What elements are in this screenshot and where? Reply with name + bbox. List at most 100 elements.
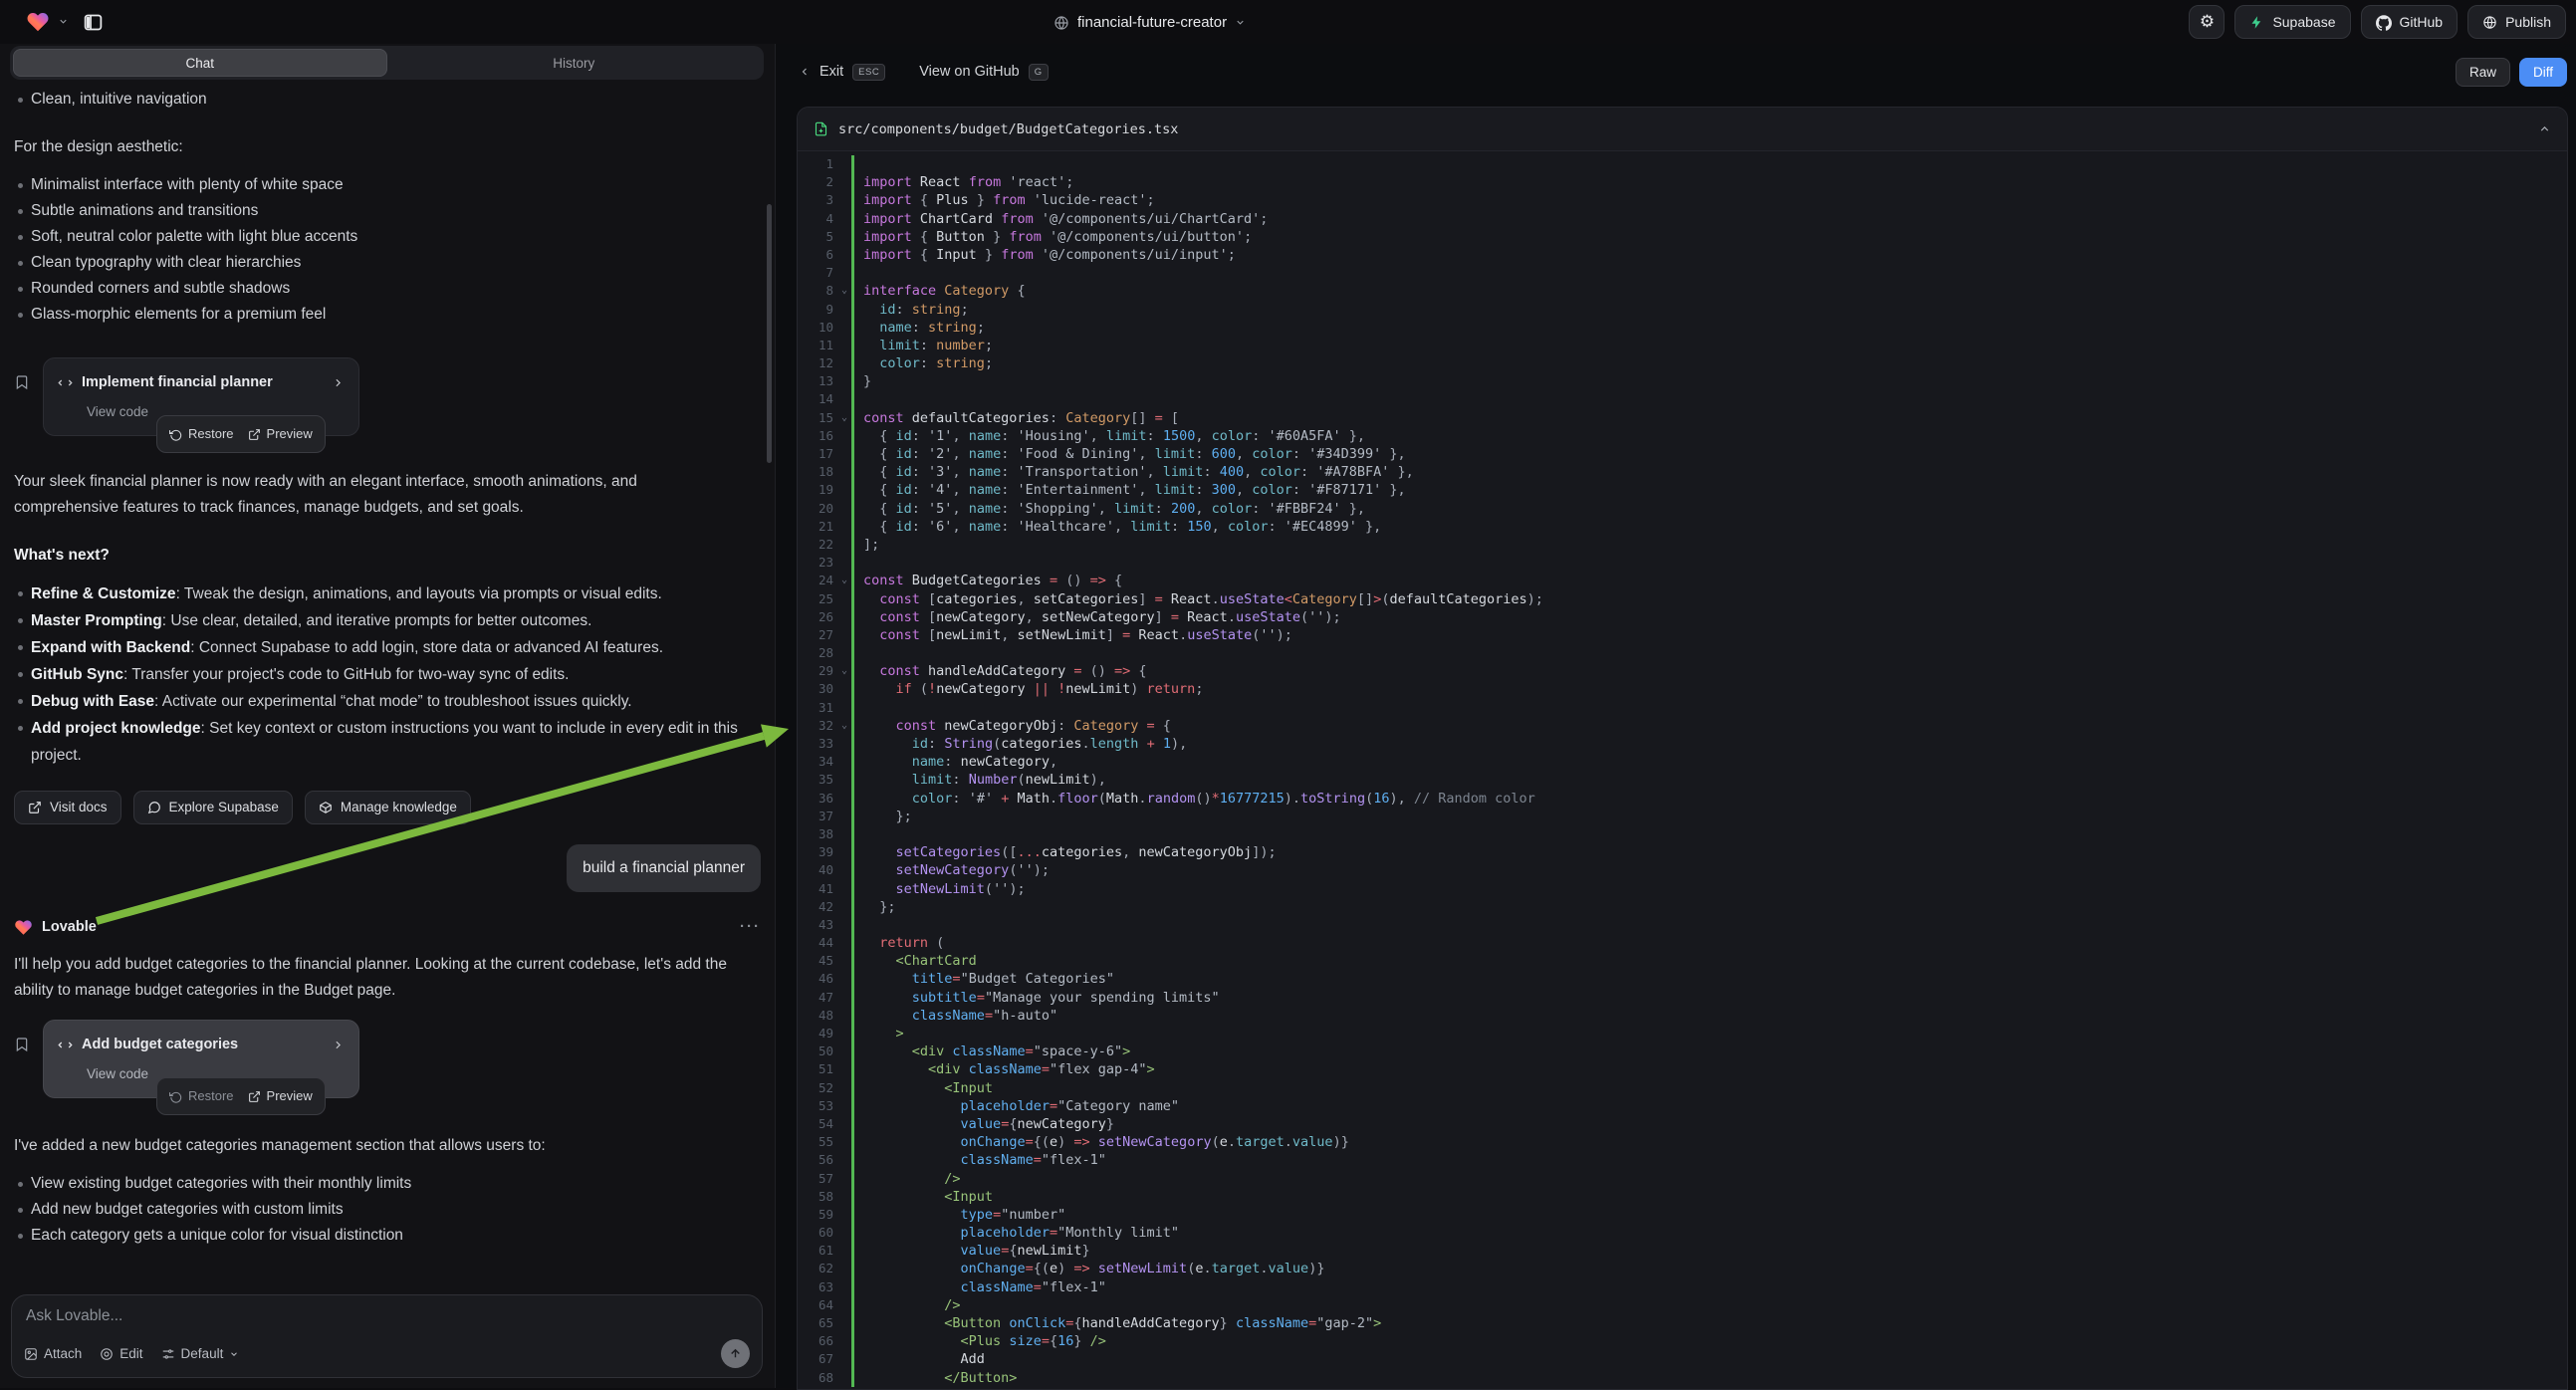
project-switcher[interactable]: financial-future-creator	[1054, 0, 1246, 44]
github-button[interactable]: GitHub	[2361, 5, 2459, 39]
code-line: 6import { Input } from '@/components/ui/…	[798, 246, 2567, 264]
code-line: 16 { id: '1', name: 'Housing', limit: 15…	[798, 427, 2567, 445]
manage-knowledge-button[interactable]: Manage knowledge	[305, 791, 471, 824]
code-line: 44 return (	[798, 934, 2567, 952]
fold-chevron-icon[interactable]: ⌄	[837, 662, 851, 680]
list-item: Refine & Customize: Tweak the design, an…	[14, 580, 761, 607]
chevron-right-icon	[332, 1032, 345, 1057]
code-line: 10 name: string;	[798, 319, 2567, 337]
chat-scrollbar[interactable]	[767, 204, 772, 463]
view-on-github-button[interactable]: View on GitHub G	[919, 64, 1048, 81]
assistant-paragraph: Your sleek financial planner is now read…	[14, 469, 731, 521]
diff-added-bar	[851, 463, 854, 481]
fold-chevron-icon[interactable]: ⌄	[837, 572, 851, 589]
tab-chat[interactable]: Chat	[13, 49, 387, 77]
model-selector[interactable]: Default	[161, 1346, 240, 1361]
list-item: Add new budget categories with custom li…	[14, 1197, 761, 1223]
chat-input[interactable]	[26, 1307, 748, 1337]
code-line: 7	[798, 264, 2567, 282]
chat-history-tabs: Chat History	[10, 46, 764, 80]
fold-chevron-icon[interactable]: ⌄	[837, 282, 851, 300]
code-line: 61 value={newLimit}	[798, 1242, 2567, 1260]
code-line: 64 />	[798, 1296, 2567, 1314]
diff-added-bar	[851, 155, 854, 173]
collapse-chevron-up-icon[interactable]	[2538, 121, 2551, 137]
fold-chevron-icon[interactable]: ⌄	[837, 409, 851, 427]
list-item: Debug with Ease: Activate our experiment…	[14, 688, 761, 715]
top-bar: financial-future-creator ⚙ Supabase GitH…	[0, 0, 2576, 44]
preview-button[interactable]: Preview	[248, 1083, 313, 1109]
lovable-logo-heart-icon[interactable]	[26, 10, 50, 34]
diff-added-bar	[851, 1260, 854, 1277]
diff-added-bar	[851, 282, 854, 300]
code-line: 18 { id: '3', name: 'Transportation', li…	[798, 463, 2567, 481]
code-line: 12 color: string;	[798, 354, 2567, 372]
diff-added-bar	[851, 1242, 854, 1260]
code-line: 33 id: String(categories.length + 1),	[798, 735, 2567, 753]
diff-added-bar	[851, 608, 854, 626]
bookmark-icon[interactable]	[14, 1032, 30, 1057]
diff-added-bar	[851, 427, 854, 445]
code-editor[interactable]: 12import React from 'react';3import { Pl…	[798, 151, 2567, 1387]
logo-chevron-down-icon[interactable]	[58, 13, 69, 31]
restore-button[interactable]: Restore	[169, 421, 234, 447]
gear-icon: ⚙	[2200, 12, 2215, 32]
publish-button[interactable]: Publish	[2467, 5, 2566, 39]
message-more-menu[interactable]: ···	[740, 914, 761, 940]
settings-button[interactable]: ⚙	[2189, 5, 2225, 39]
supabase-button[interactable]: Supabase	[2234, 5, 2350, 39]
file-header[interactable]: src/components/budget/BudgetCategories.t…	[798, 108, 2567, 151]
code-line: 13}	[798, 372, 2567, 390]
code-line: 67 Add	[798, 1350, 2567, 1368]
diff-added-bar	[851, 825, 854, 843]
chat-message-list[interactable]: Clean, intuitive navigation For the desi…	[0, 84, 775, 1292]
diff-added-bar	[851, 952, 854, 970]
g-key-badge: G	[1029, 64, 1049, 81]
sidebar-toggle-icon[interactable]	[83, 12, 104, 33]
attach-button[interactable]: Attach	[24, 1346, 82, 1361]
code-line: 47 subtitle="Manage your spending limits…	[798, 989, 2567, 1007]
diff-added-bar	[851, 1115, 854, 1133]
send-button[interactable]	[721, 1339, 750, 1368]
code-line: 53 placeholder="Category name"	[798, 1097, 2567, 1115]
code-line: 15⌄const defaultCategories: Category[] =…	[798, 409, 2567, 427]
diff-toggle-button[interactable]: Diff	[2519, 58, 2567, 87]
diff-added-bar	[851, 717, 854, 735]
code-line: 40 setNewCategory('');	[798, 861, 2567, 879]
tab-history[interactable]: History	[387, 49, 762, 77]
code-line: 56 className="flex-1"	[798, 1151, 2567, 1169]
diff-added-bar	[851, 1188, 854, 1206]
diff-added-bar	[851, 173, 854, 191]
lovable-heart-icon	[14, 914, 33, 940]
visit-docs-button[interactable]: Visit docs	[14, 791, 121, 824]
version-card-row: Implement financial planner View code Re…	[14, 357, 761, 457]
diff-added-bar	[851, 445, 854, 463]
restore-button[interactable]: Restore	[169, 1083, 234, 1109]
diff-added-bar	[851, 680, 854, 698]
code-file-card: src/components/budget/BudgetCategories.t…	[797, 107, 2568, 1390]
chevron-down-icon	[229, 1349, 239, 1359]
code-line: 59 type="number"	[798, 1206, 2567, 1224]
restore-preview-pill: Restore Preview	[156, 1077, 326, 1115]
bookmark-icon[interactable]	[14, 369, 30, 395]
code-line: 27 const [newLimit, setNewLimit] = React…	[798, 626, 2567, 644]
diff-added-bar	[851, 970, 854, 988]
code-line: 55 onChange={(e) => setNewCategory(e.tar…	[798, 1133, 2567, 1151]
diff-added-bar	[851, 880, 854, 898]
explore-supabase-button[interactable]: Explore Supabase	[133, 791, 293, 824]
file-plus-icon	[814, 121, 828, 137]
diff-added-bar	[851, 989, 854, 1007]
diff-added-bar	[851, 1151, 854, 1169]
chat-input-box: Attach Edit Default	[11, 1294, 763, 1378]
code-line: 35 limit: Number(newLimit),	[798, 771, 2567, 789]
diff-added-bar	[851, 753, 854, 771]
diff-added-bar	[851, 1314, 854, 1332]
exit-button[interactable]: Exit ESC	[799, 64, 885, 81]
diff-added-bar	[851, 790, 854, 808]
edit-mode-button[interactable]: Edit	[100, 1346, 142, 1361]
preview-button[interactable]: Preview	[248, 421, 313, 447]
fold-chevron-icon[interactable]: ⌄	[837, 717, 851, 735]
code-line: 25 const [categories, setCategories] = R…	[798, 590, 2567, 608]
code-line: 62 onChange={(e) => setNewLimit(e.target…	[798, 1260, 2567, 1277]
raw-toggle-button[interactable]: Raw	[2456, 58, 2510, 87]
